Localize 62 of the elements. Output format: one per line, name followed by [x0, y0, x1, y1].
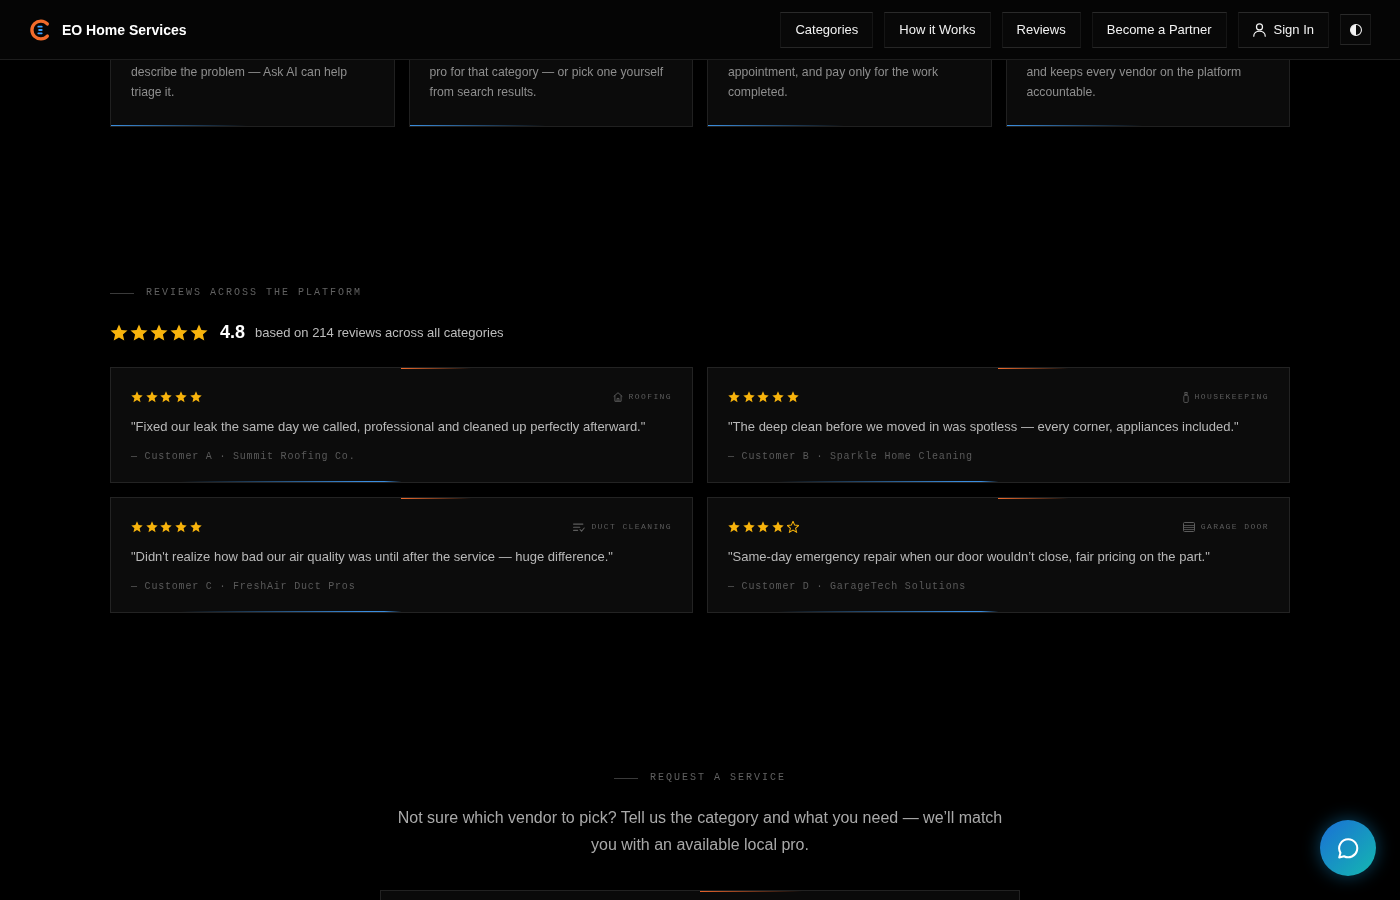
- review-author: — Customer A · Summit Roofing Co.: [131, 450, 357, 464]
- category-label: DUCT CLEANING: [591, 522, 672, 532]
- review-author: — Customer B · Sparkle Home Cleaning: [728, 450, 974, 464]
- nav-button[interactable]: How it Works: [884, 11, 991, 48]
- contrast-icon: [1349, 23, 1362, 36]
- sign-in-button[interactable]: Sign In: [1237, 11, 1329, 48]
- rating-caption: based on 214 reviews across all categories: [255, 324, 504, 340]
- review-quote: "The deep clean before we moved in was spotless — every corner, appliances included.": [728, 418, 1240, 436]
- star-icon: [742, 391, 755, 403]
- theme-toggle-button[interactable]: [1340, 14, 1371, 45]
- lines-icon: [573, 522, 586, 532]
- category-label: HOUSEKEEPING: [1194, 392, 1269, 402]
- empty-star-icon: [786, 521, 799, 533]
- star-icon: [742, 521, 755, 533]
- section-label: REQUEST A SERVICE: [650, 772, 786, 784]
- rating-score: 4.8: [220, 321, 246, 344]
- card-text: appointment, and pay only for the work completed.: [728, 64, 940, 101]
- star-icon: [145, 521, 158, 533]
- star-icon: [175, 521, 188, 533]
- nav-button[interactable]: Categories: [780, 11, 874, 48]
- star-icon: [160, 521, 173, 533]
- star-icon: [160, 391, 173, 403]
- section-label: REVIEWS ACROSS THE PLATFORM: [146, 287, 363, 299]
- nav-button[interactable]: Reviews: [1001, 11, 1081, 48]
- star-icon: [757, 391, 770, 403]
- review-author: — Customer D · GarageTech Solutions: [728, 580, 968, 594]
- star-icon: [728, 521, 740, 533]
- nav-button[interactable]: Become a Partner: [1091, 11, 1227, 48]
- house-icon: [612, 392, 623, 402]
- star-icon: [175, 391, 188, 403]
- star-icon: [150, 323, 168, 341]
- star-icon: [131, 391, 143, 403]
- card-text: and keeps every vendor on the platform accountable.: [1026, 64, 1243, 101]
- intro-text: Not sure which vendor to pick? Tell us the category and what you need — we’ll match you with an available local pro.: [396, 808, 1004, 855]
- category-label: GARAGE DOOR: [1200, 522, 1269, 532]
- star-icon: [189, 521, 202, 533]
- star-icon: [145, 391, 158, 403]
- logo-icon[interactable]: [30, 18, 50, 41]
- garage-door-icon: [1182, 522, 1195, 532]
- star-icon: [110, 323, 128, 341]
- chat-button[interactable]: [1320, 820, 1376, 876]
- review-author: — Customer C · FreshAir Duct Pros: [131, 580, 357, 594]
- review-quote: "Fixed our leak the same day we called, professional and cleaned up perfectly afterward.": [131, 418, 647, 436]
- star-icon: [131, 521, 143, 533]
- review-quote: "Same-day emergency repair when our door wouldn’t close, fair pricing on the part.": [728, 548, 1211, 566]
- star-icon: [757, 521, 770, 533]
- chat-bubble-icon: [1337, 837, 1359, 859]
- star-icon: [130, 323, 148, 341]
- card-text: pro for that category — or pick one yourself from search results.: [429, 64, 665, 101]
- star-icon: [772, 391, 785, 403]
- card-text: describe the problem — Ask AI can help triage it.: [131, 64, 349, 101]
- star-icon: [189, 391, 202, 403]
- brand-name[interactable]: EO Home Services: [62, 21, 187, 38]
- category-label: ROOFING: [628, 392, 672, 402]
- review-quote: "Didn't realize how bad our air quality was until after the service — huge difference.": [131, 548, 614, 566]
- star-icon: [786, 391, 799, 403]
- star-icon: [728, 391, 740, 403]
- star-icon: [190, 323, 208, 341]
- star-icon: [772, 521, 785, 533]
- star-icon: [170, 323, 188, 341]
- spray-bottle-icon: [1182, 391, 1189, 403]
- user-icon: [1252, 22, 1266, 37]
